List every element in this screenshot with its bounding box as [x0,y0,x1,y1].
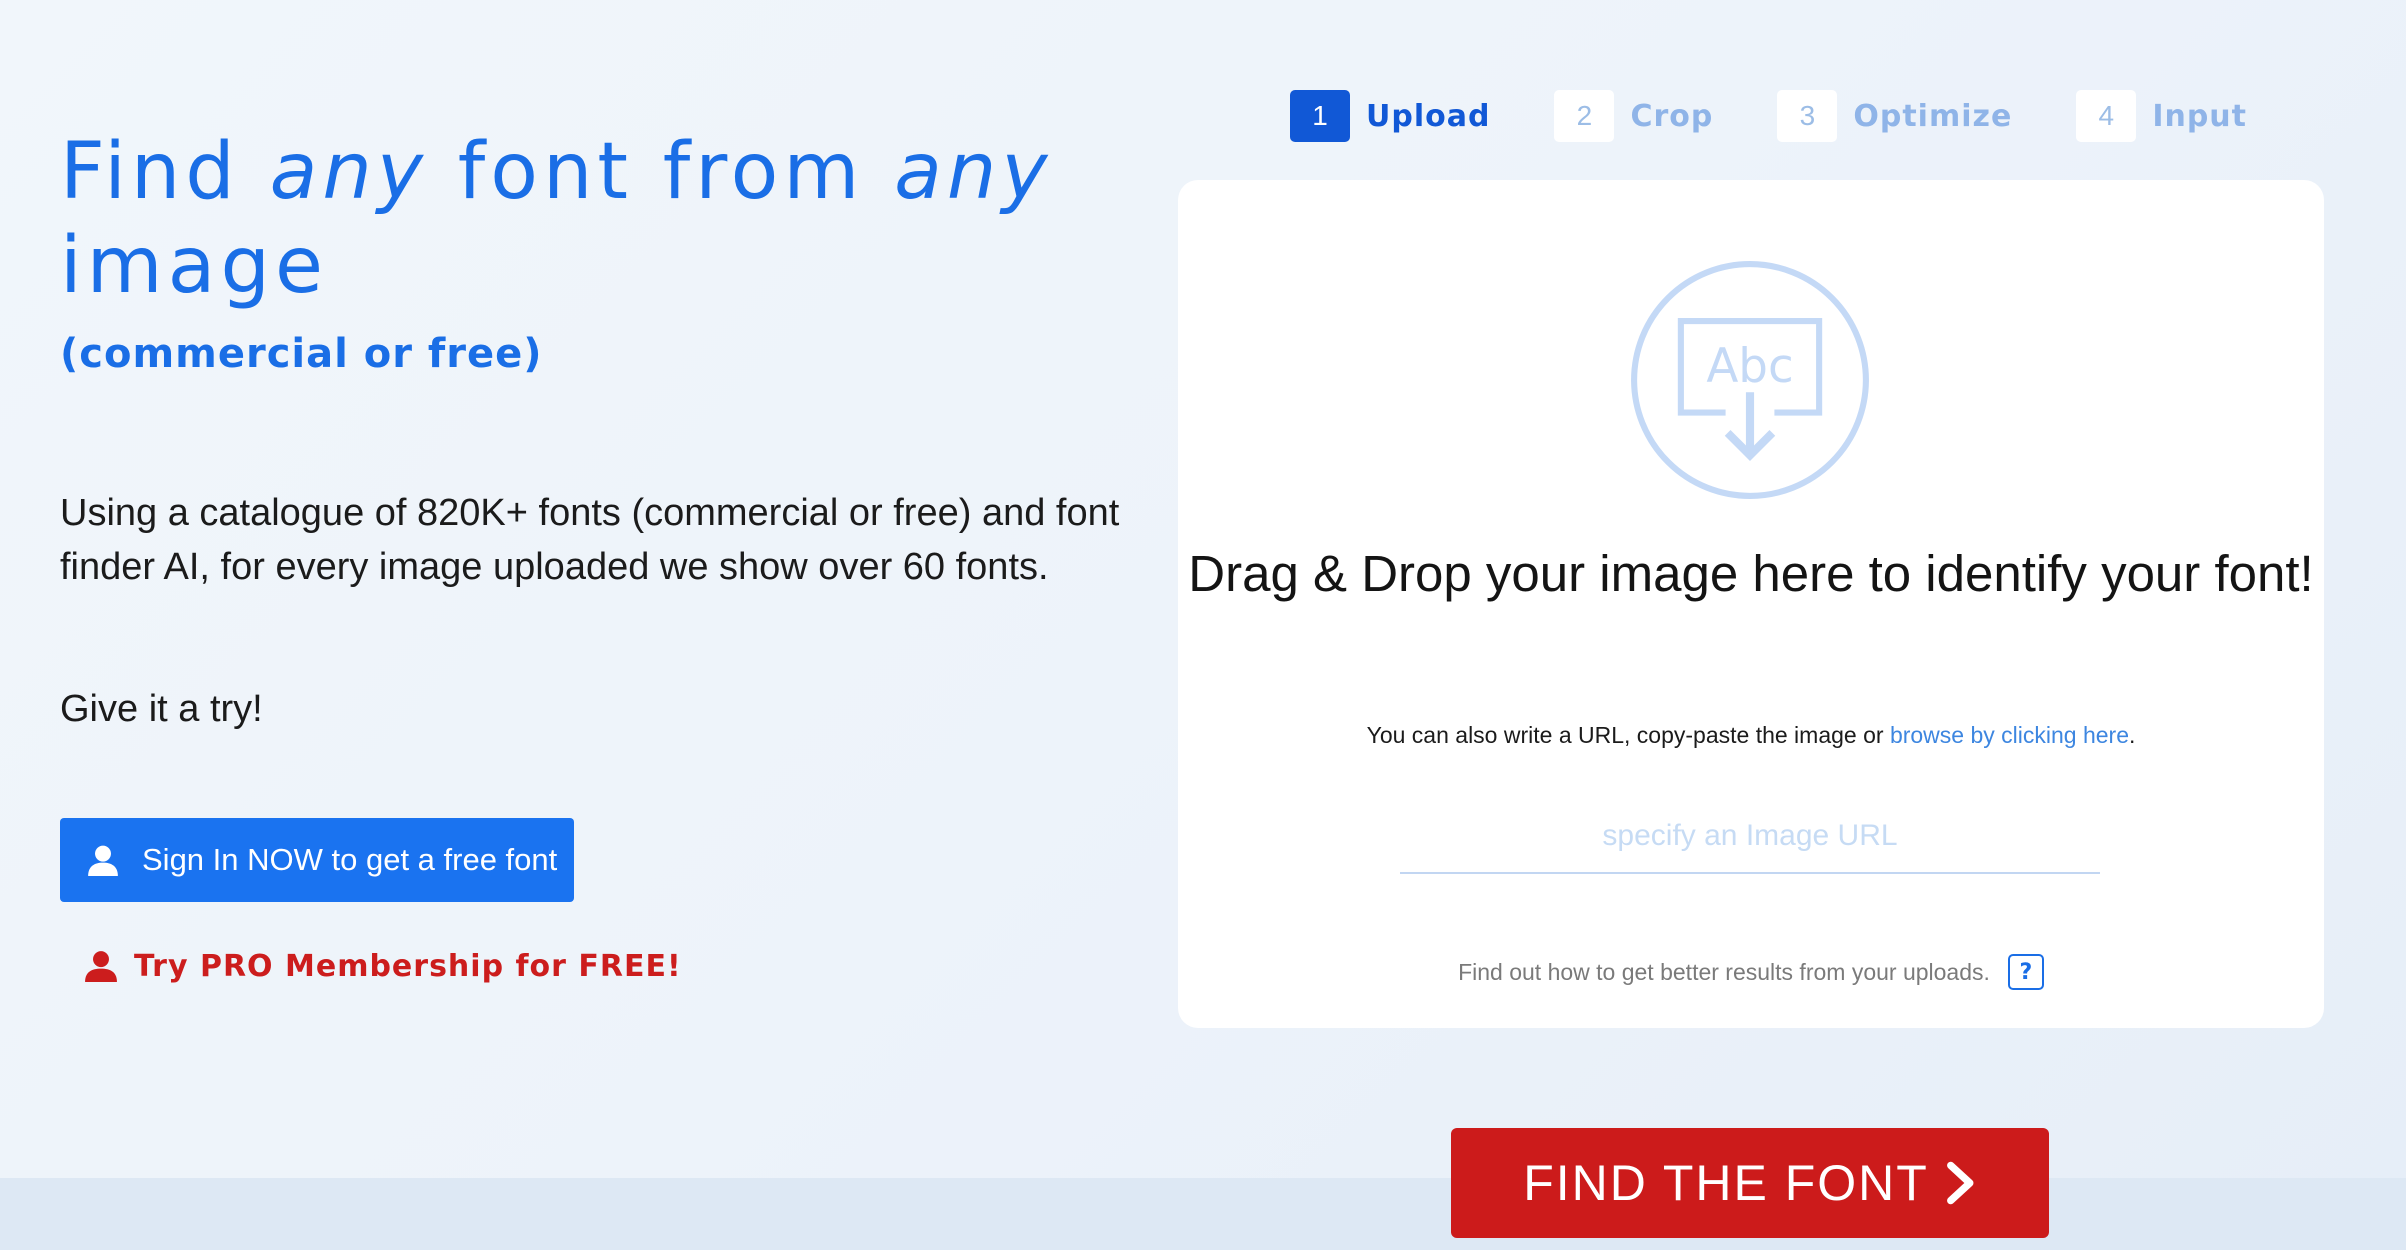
image-url-input[interactable] [1400,800,2100,874]
hero-headline: Find any font from any image [60,125,1160,313]
steps-nav: 1 Upload 2 Crop 3 Optimize 4 Input [1290,90,2311,142]
pro-membership-label: Try PRO Membership for FREE! [134,948,682,984]
headline-emphasis-2: any [894,127,1053,217]
headline-text-1: Find [60,127,270,217]
step-label: Optimize [1853,98,2013,134]
step-label: Crop [1630,98,1714,134]
help-text: Find out how to get better results from … [1458,958,1990,985]
sign-in-button[interactable]: Sign In NOW to get a free font [60,818,574,902]
find-font-button[interactable]: FIND THE FONT [1451,1128,2049,1238]
sign-in-label: Sign In NOW to get a free font [142,842,558,877]
step-upload[interactable]: 1 Upload [1290,90,1490,142]
step-number: 1 [1290,90,1350,142]
alt-text-prefix: You can also write a URL, copy-paste the… [1366,722,1890,748]
hero-description: Using a catalogue of 820K+ fonts (commer… [60,492,1120,588]
headline-text-3: image [60,221,328,311]
browse-link[interactable]: browse by clicking here [1890,722,2129,748]
step-label: Upload [1366,98,1491,134]
headline-text-2: font from [428,127,895,217]
step-number: 3 [1777,90,1838,142]
user-icon [85,951,117,982]
drop-title: Drag & Drop your image here to identify … [1188,545,2314,602]
alternative-upload-text: You can also write a URL, copy-paste the… [1178,722,2324,749]
upload-icon-text: Abc [1706,340,1793,394]
find-font-label: FIND THE FONT [1523,1155,1929,1211]
user-icon [88,845,118,876]
step-optimize[interactable]: 3 Optimize [1777,90,2012,142]
help-button[interactable]: ? [2007,954,2044,990]
pro-membership-link[interactable]: Try PRO Membership for FREE! [84,948,682,984]
step-input[interactable]: 4 Input [2076,90,2247,142]
alt-text-suffix: . [2129,722,2136,748]
step-number: 2 [1554,90,1615,142]
upload-image-icon[interactable]: Abc [1628,258,1872,502]
hero-subheadline: (commercial or free) [60,331,543,377]
chevron-right-icon [1946,1161,1974,1205]
step-label: Input [2152,98,2248,134]
headline-emphasis-1: any [269,127,429,217]
help-line: Find out how to get better results from … [1178,954,2324,990]
try-it-text: Give it a try! [60,688,263,730]
step-number: 4 [2076,90,2137,142]
upload-dropzone[interactable]: Abc Drag & Drop your image here to ident… [1178,180,2324,1028]
step-crop[interactable]: 2 Crop [1554,90,1713,142]
